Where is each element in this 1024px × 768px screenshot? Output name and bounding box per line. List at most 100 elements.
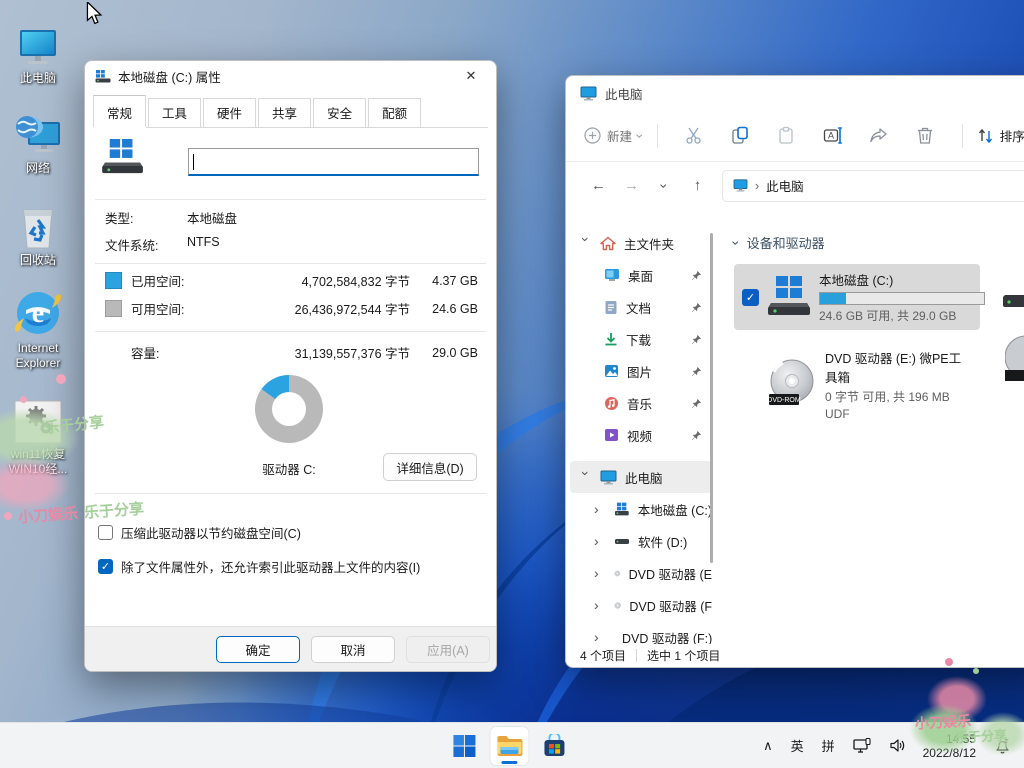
tab-quota[interactable]: 配额: [368, 98, 421, 127]
tab-hardware[interactable]: 硬件: [203, 98, 256, 127]
cancel-button[interactable]: 取消: [311, 636, 395, 663]
sidebar-item-dvd-f2[interactable]: › DVD 驱动器 (F:): [570, 621, 712, 644]
drive-tile-c[interactable]: ✓ 本地磁盘 (C:) 24.6 GB 可用, 共 29.0 GB: [734, 264, 980, 330]
tab-general[interactable]: 常规: [93, 95, 146, 127]
drive-filesystem: UDF: [825, 407, 972, 421]
cut-button[interactable]: [672, 126, 718, 145]
music-icon: [604, 396, 619, 411]
file-explorer-taskbar-button[interactable]: [490, 727, 528, 765]
apply-button[interactable]: 应用(A): [406, 636, 490, 663]
sidebar-item-label: 下载: [626, 330, 651, 349]
explorer-titlebar[interactable]: 此电脑: [566, 76, 1024, 110]
sidebar-item-label: 图片: [627, 362, 652, 381]
pin-icon: [691, 302, 702, 313]
this-pc-icon: [733, 179, 748, 192]
desktop-icon-recycle-bin[interactable]: 回收站: [0, 200, 76, 268]
sort-button[interactable]: 排序: [977, 126, 1024, 145]
ok-button[interactable]: 确定: [216, 636, 300, 663]
share-icon: [869, 126, 888, 145]
dialog-titlebar[interactable]: 本地磁盘 (C:) 属性 ✕: [85, 61, 496, 91]
svg-text:A: A: [828, 131, 834, 141]
sidebar-item-documents[interactable]: 文档: [570, 291, 712, 323]
tray-expand-button[interactable]: ∧: [756, 738, 780, 754]
divider: [95, 493, 486, 494]
microsoft-store-taskbar-button[interactable]: [535, 727, 573, 765]
compress-checkbox[interactable]: [98, 525, 113, 540]
partial-dvd-tile[interactable]: [1005, 334, 1024, 387]
close-icon[interactable]: ✕: [456, 64, 486, 88]
drive-icon: [614, 534, 630, 548]
chevron-expanded-icon: ›: [578, 237, 594, 249]
pictures-icon: [604, 364, 619, 378]
used-space-swatch: [105, 272, 122, 289]
sidebar-scrollbar[interactable]: [710, 233, 713, 563]
desktop-icon-label: 回收站: [0, 253, 76, 268]
up-button[interactable]: ↑: [681, 177, 714, 194]
start-button[interactable]: [445, 727, 483, 765]
sidebar-item-pictures[interactable]: 图片: [570, 355, 712, 387]
tab-sharing[interactable]: 共享: [258, 98, 311, 127]
details-button[interactable]: 详细信息(D): [383, 453, 477, 481]
sidebar-item-label: DVD 驱动器 (E: [629, 564, 712, 583]
windows-drive-icon: [102, 139, 144, 178]
desktop-icon-internet-explorer[interactable]: e Internet Explorer: [0, 288, 76, 371]
back-button[interactable]: ←: [582, 177, 615, 194]
tab-security[interactable]: 安全: [313, 98, 366, 127]
breadcrumb[interactable]: › 此电脑: [722, 170, 1024, 202]
sidebar-item-home[interactable]: › 主文件夹: [570, 227, 712, 259]
index-checkbox-label: 除了文件属性外，还允许索引此驱动器上文件的内容(I): [121, 557, 420, 576]
sidebar-item-dvd-f[interactable]: › DVD 驱动器 (F: [570, 589, 712, 621]
volume-icon[interactable]: [882, 738, 913, 753]
sidebar-item-downloads[interactable]: 下载: [570, 323, 712, 355]
desktop-icon-this-pc[interactable]: 此电脑: [0, 18, 76, 86]
recent-locations-button[interactable]: ›: [648, 178, 681, 194]
sidebar-item-drive-d[interactable]: › 软件 (D:): [570, 525, 712, 557]
compress-checkbox-row[interactable]: 压缩此驱动器以节约磁盘空间(C): [98, 523, 301, 542]
desktop-icon-network[interactable]: 网络: [0, 108, 76, 176]
rename-button[interactable]: A: [810, 126, 856, 145]
paste-button[interactable]: [764, 126, 810, 145]
ime-english-indicator[interactable]: 英: [784, 736, 811, 755]
sidebar-item-music[interactable]: 音乐: [570, 387, 712, 419]
volume-label-input[interactable]: [188, 148, 479, 176]
explorer-window-title: 此电脑: [605, 84, 643, 103]
tab-tools[interactable]: 工具: [148, 98, 201, 127]
network-icon[interactable]: [846, 738, 878, 754]
sidebar-item-local-disk-c[interactable]: › 本地磁盘 (C:): [570, 493, 712, 525]
compress-checkbox-label: 压缩此驱动器以节约磁盘空间(C): [121, 523, 301, 542]
drive-name: DVD 驱动器 (E:) 微PE工具箱: [825, 348, 972, 386]
free-space-label: 可用空间:: [131, 299, 260, 318]
notification-bell-icon[interactable]: [986, 737, 1018, 754]
sidebar-item-dvd-e[interactable]: › DVD 驱动器 (E: [570, 557, 712, 589]
taskbar-clock[interactable]: 14:55 2022/8/12: [917, 732, 982, 760]
desktop-icon-win11-restore[interactable]: win11恢复 WIN10经...: [0, 394, 76, 477]
tray-time: 14:55: [923, 732, 976, 746]
document-icon: [604, 300, 618, 315]
chevron-down-icon: ›: [632, 133, 648, 138]
explorer-statusbar: 4 个项目 选中 1 个项目: [566, 644, 1024, 667]
index-checkbox-row[interactable]: ✓ 除了文件属性外，还允许索引此驱动器上文件的内容(I): [98, 557, 420, 576]
sidebar-item-desktop[interactable]: 桌面: [570, 259, 712, 291]
selected-checkbox[interactable]: ✓: [742, 289, 759, 306]
drive-tile-dvd-e[interactable]: DVD-ROM DVD 驱动器 (E:) 微PE工具箱 0 字节 可用, 共 1…: [734, 342, 980, 427]
copy-button[interactable]: [718, 126, 764, 145]
sidebar-item-label: 音乐: [627, 394, 652, 413]
section-devices-and-drives[interactable]: › 设备和驱动器: [734, 233, 1024, 252]
delete-button[interactable]: [902, 126, 948, 145]
network-icon: [0, 108, 76, 158]
new-button[interactable]: 新建 ›: [584, 126, 643, 145]
filesystem-value: NTFS: [187, 235, 220, 254]
chevron-expanded-icon: ›: [728, 240, 744, 245]
sidebar-item-label: DVD 驱动器 (F: [629, 596, 712, 615]
breadcrumb-separator: ›: [755, 179, 759, 193]
index-checkbox[interactable]: ✓: [98, 559, 113, 574]
sidebar-item-videos[interactable]: 视频: [570, 419, 712, 451]
explorer-toolbar: 新建 › A 排序: [566, 110, 1024, 162]
ime-pinyin-indicator[interactable]: 拼: [815, 736, 842, 755]
sidebar-item-label: 主文件夹: [624, 234, 674, 253]
forward-button[interactable]: →: [615, 177, 648, 194]
drive-caption: 驱动器 C:: [219, 459, 359, 478]
partial-drive-tile[interactable]: [1003, 271, 1024, 314]
share-button[interactable]: [856, 126, 902, 145]
sidebar-item-this-pc[interactable]: › 此电脑: [570, 461, 712, 493]
